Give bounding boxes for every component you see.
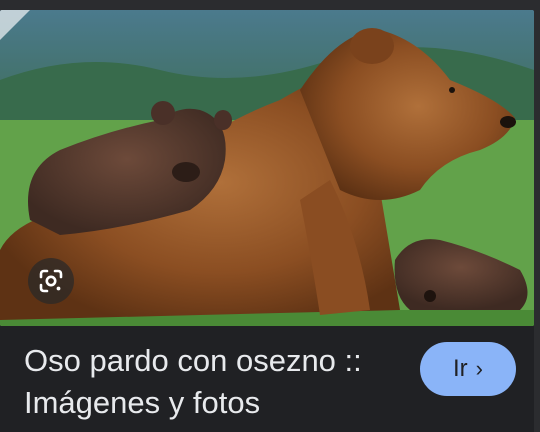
result-title-line-2: Imágenes y fotos — [24, 385, 261, 420]
bear-photo-illustration — [0, 10, 534, 326]
lens-search-button[interactable] — [28, 258, 74, 304]
bear-photo[interactable] — [0, 10, 534, 326]
chevron-right-icon: › — [475, 356, 483, 381]
go-button[interactable]: Ir › — [420, 342, 516, 396]
result-title-line-1: Oso pardo con osezno :: — [24, 343, 362, 378]
go-button-label: Ir — [453, 355, 468, 382]
top-strip — [0, 0, 540, 10]
scroll-edge — [534, 0, 540, 432]
image-result-card: Oso pardo con osezno :: Imágenes y fotos… — [0, 0, 540, 432]
lens-icon — [39, 269, 63, 293]
result-title[interactable]: Oso pardo con osezno :: Imágenes y fotos — [24, 340, 404, 424]
